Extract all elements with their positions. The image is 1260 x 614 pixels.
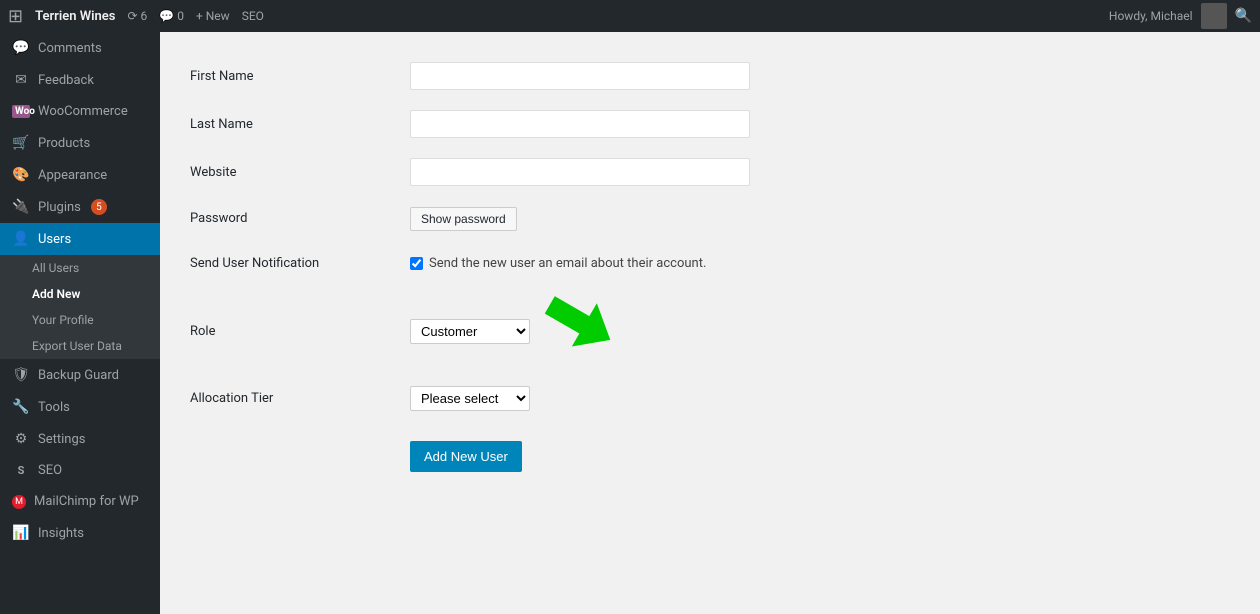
sidebar-item-woocommerce[interactable]: Woo WooCommerce (0, 96, 160, 127)
appearance-icon: 🎨 (12, 167, 30, 183)
submit-row: Add New User (190, 421, 1230, 482)
last-name-input[interactable] (410, 110, 750, 138)
password-label: Password (190, 211, 247, 226)
submenu-add-new[interactable]: Add New (0, 281, 160, 307)
submenu-all-users[interactable]: All Users (0, 255, 160, 281)
role-row: Role Subscriber Customer Contributor Aut… (190, 286, 1230, 376)
sidebar-item-label: Settings (38, 432, 85, 447)
allocation-tier-label: Allocation Tier (190, 391, 273, 406)
sidebar-item-users[interactable]: 👤 Users (0, 223, 160, 255)
sidebar-item-label: Appearance (38, 168, 107, 183)
avatar[interactable] (1201, 3, 1227, 29)
seo-icon: S (12, 464, 30, 477)
plugins-icon: 🔌 (12, 199, 30, 215)
first-name-row: First Name (190, 52, 1230, 100)
sidebar-item-label: Tools (38, 400, 70, 415)
insights-icon: 📊 (12, 525, 30, 541)
allocation-tier-select[interactable]: Please select Tier 1 Tier 2 Tier 3 (410, 386, 530, 411)
search-icon[interactable]: 🔍 (1235, 8, 1252, 24)
updates-icon: ⟳ (127, 9, 137, 23)
new-button[interactable]: + New (196, 9, 230, 23)
feedback-icon: ✉ (12, 72, 30, 88)
notification-checkbox-row: Send the new user an email about their a… (410, 256, 1230, 271)
sidebar-item-comments[interactable]: 💬 Comments (0, 32, 160, 64)
updates-count: 6 (141, 9, 148, 23)
users-submenu: All Users Add New Your Profile Export Us… (0, 255, 160, 359)
admin-bar: ⊞ Terrien Wines ⟳ 6 💬 0 + New SEO Howdy,… (0, 0, 1260, 32)
sidebar-item-feedback[interactable]: ✉ Feedback (0, 64, 160, 96)
sidebar-item-label: SEO (38, 463, 62, 478)
sidebar-item-insights[interactable]: 📊 Insights (0, 517, 160, 549)
sidebar-item-label: Users (38, 232, 71, 247)
comments-count: 0 (177, 9, 184, 23)
notification-label: Send User Notification (190, 256, 319, 271)
comments-icon: 💬 (12, 40, 30, 56)
add-user-form: First Name Last Name Website (190, 52, 1230, 482)
site-name[interactable]: Terrien Wines (35, 9, 115, 24)
add-new-user-button[interactable]: Add New User (410, 441, 522, 472)
sidebar-item-label: Feedback (38, 73, 94, 88)
password-row: Password Show password (190, 196, 1230, 241)
seo-button[interactable]: SEO (242, 9, 264, 23)
sidebar-item-tools[interactable]: 🔧 Tools (0, 391, 160, 423)
mailchimp-icon: M (12, 495, 26, 509)
sidebar-item-label: Backup Guard (38, 368, 119, 383)
howdy-text: Howdy, Michael (1109, 9, 1193, 23)
notification-text: Send the new user an email about their a… (429, 256, 706, 271)
sidebar-item-label: Insights (38, 526, 84, 541)
products-icon: 🛒 (12, 135, 30, 151)
sidebar-item-backup-guard[interactable]: 🛡 Backup Guard (0, 359, 160, 391)
sidebar-item-label: MailChimp for WP (34, 494, 139, 509)
plugins-badge: 5 (91, 199, 107, 215)
submenu-your-profile[interactable]: Your Profile (0, 307, 160, 333)
sidebar-item-mailchimp[interactable]: M MailChimp for WP (0, 486, 160, 517)
comments-item[interactable]: 💬 0 (159, 9, 184, 23)
woocommerce-icon: Woo (12, 105, 30, 118)
sidebar-item-seo[interactable]: S SEO (0, 455, 160, 486)
role-label: Role (190, 324, 215, 339)
sidebar-item-settings[interactable]: ⚙ Settings (0, 423, 160, 455)
admin-bar-right: Howdy, Michael 🔍 (1109, 3, 1252, 29)
green-arrow-icon (527, 283, 623, 379)
website-label: Website (190, 165, 237, 180)
tools-icon: 🔧 (12, 399, 30, 415)
send-notification-checkbox[interactable] (410, 257, 423, 270)
sidebar-item-label: Comments (38, 41, 102, 56)
sidebar-item-products[interactable]: 🛒 Products (0, 127, 160, 159)
sidebar-item-label: WooCommerce (38, 104, 128, 119)
first-name-input[interactable] (410, 62, 750, 90)
main-content: First Name Last Name Website (160, 32, 1260, 614)
sidebar: 💬 Comments ✉ Feedback Woo WooCommerce 🛒 … (0, 32, 160, 614)
allocation-tier-row: Allocation Tier Please select Tier 1 Tie… (190, 376, 1230, 421)
last-name-label: Last Name (190, 117, 253, 132)
show-password-button[interactable]: Show password (410, 207, 517, 231)
sidebar-item-label: Plugins (38, 200, 81, 215)
backup-guard-icon: 🛡 (12, 367, 30, 383)
website-input[interactable] (410, 158, 750, 186)
wp-logo-icon: ⊞ (8, 6, 23, 27)
comments-icon: 💬 (159, 9, 174, 23)
first-name-label: First Name (190, 69, 254, 84)
sidebar-item-label: Products (38, 136, 90, 151)
website-row: Website (190, 148, 1230, 196)
role-select[interactable]: Subscriber Customer Contributor Author E… (410, 319, 530, 344)
users-icon: 👤 (12, 231, 30, 247)
settings-icon: ⚙ (12, 431, 30, 447)
notification-row: Send User Notification Send the new user… (190, 241, 1230, 286)
role-cell: Subscriber Customer Contributor Author E… (410, 296, 1230, 366)
sidebar-item-appearance[interactable]: 🎨 Appearance (0, 159, 160, 191)
updates-item[interactable]: ⟳ 6 (127, 9, 147, 23)
last-name-row: Last Name (190, 100, 1230, 148)
sidebar-item-plugins[interactable]: 🔌 Plugins 5 (0, 191, 160, 223)
submenu-export-user-data[interactable]: Export User Data (0, 333, 160, 359)
